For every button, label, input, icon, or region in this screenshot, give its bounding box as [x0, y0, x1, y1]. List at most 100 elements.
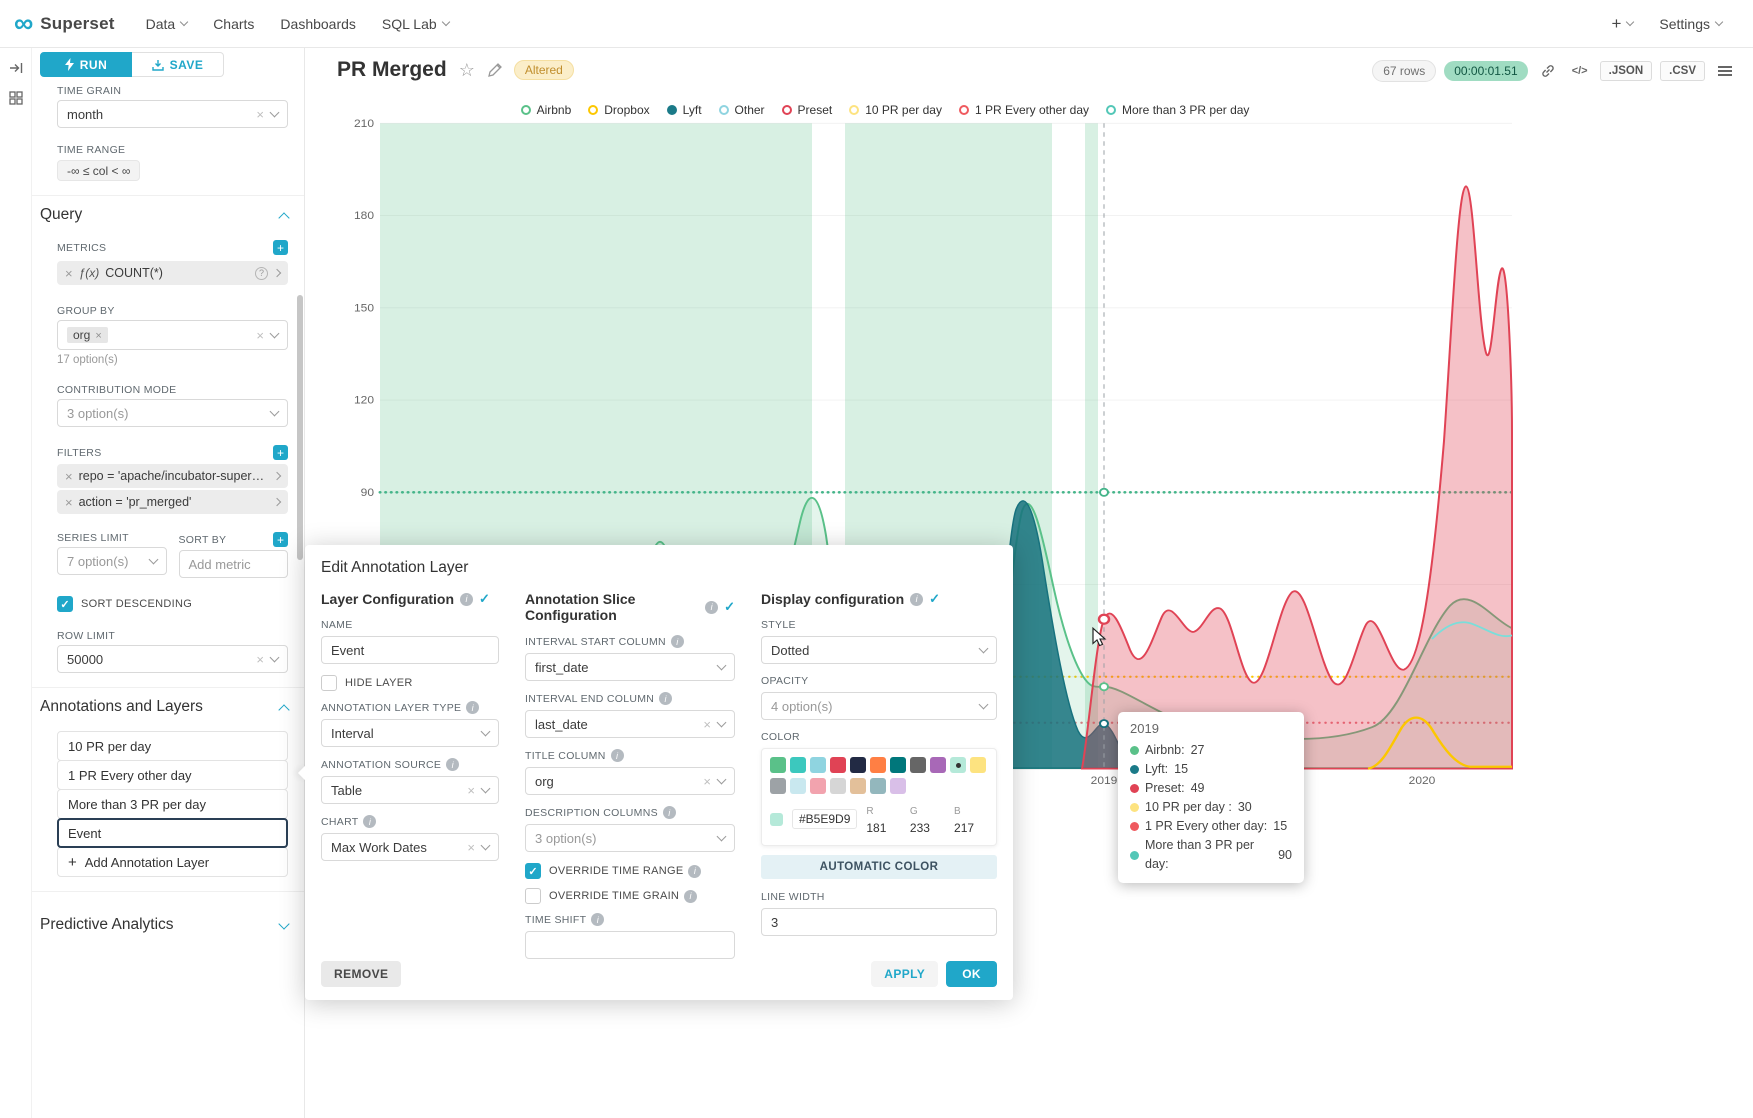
clear-icon[interactable] [703, 718, 711, 731]
color-swatch[interactable] [790, 778, 806, 794]
sort-by-select[interactable]: Add metric [179, 550, 289, 578]
ok-button[interactable]: OK [946, 961, 997, 987]
metric-pill[interactable]: ƒ(x) COUNT(*) ? [57, 261, 288, 285]
query-section-header[interactable]: Query [40, 206, 288, 224]
new-item-button[interactable]: + [1611, 14, 1633, 34]
legend-item[interactable]: 10 PR per day [849, 103, 942, 117]
color-swatch[interactable] [850, 757, 866, 773]
info-icon[interactable] [671, 635, 684, 648]
color-swatch-selected[interactable] [950, 757, 966, 773]
info-icon[interactable] [611, 749, 624, 762]
info-icon[interactable] [446, 758, 459, 771]
remove-button[interactable]: REMOVE [321, 961, 401, 987]
color-swatch[interactable] [830, 778, 846, 794]
favorite-star-icon[interactable] [459, 60, 475, 81]
legend-item[interactable]: Airbnb [521, 103, 572, 117]
nav-charts[interactable]: Charts [213, 16, 254, 32]
info-icon[interactable] [910, 593, 923, 606]
color-swatch[interactable] [810, 778, 826, 794]
legend-item[interactable]: Lyft [667, 103, 702, 117]
clear-icon[interactable] [467, 784, 475, 797]
save-button[interactable]: SAVE [132, 52, 224, 77]
sort-descending-checkbox[interactable] [57, 596, 73, 612]
clear-icon[interactable] [256, 329, 264, 342]
color-swatch[interactable] [810, 757, 826, 773]
nav-dashboards[interactable]: Dashboards [280, 16, 356, 32]
time-shift-input[interactable] [525, 931, 735, 959]
edit-pencil-icon[interactable] [487, 63, 502, 78]
color-swatch[interactable] [870, 778, 886, 794]
color-swatch[interactable] [890, 778, 906, 794]
opacity-select[interactable]: 4 option(s) [761, 692, 997, 720]
remove-icon[interactable] [95, 328, 101, 342]
add-sort-metric-button[interactable] [273, 532, 288, 547]
filter-pill-action[interactable]: action = 'pr_merged' [57, 490, 288, 514]
legend-item[interactable]: More than 3 PR per day [1106, 103, 1249, 117]
clear-icon[interactable] [467, 841, 475, 854]
legend-item[interactable]: Preset [782, 103, 833, 117]
view-query-button[interactable]: </> [1568, 60, 1592, 82]
group-by-select[interactable]: org [57, 320, 288, 350]
nav-sql-lab[interactable]: SQL Lab [382, 16, 449, 32]
color-swatch[interactable] [770, 757, 786, 773]
group-by-tag[interactable]: org [67, 327, 108, 343]
chevron-down-icon[interactable] [278, 918, 289, 929]
sidebar-scrollbar[interactable] [297, 295, 303, 560]
time-range-value[interactable]: -∞ ≤ col < ∞ [57, 160, 140, 181]
color-swatch[interactable] [770, 778, 786, 794]
expand-panel-icon[interactable] [8, 60, 24, 76]
color-swatch[interactable] [870, 757, 886, 773]
color-swatch[interactable] [890, 757, 906, 773]
line-width-input[interactable] [761, 908, 997, 936]
remove-icon[interactable] [65, 469, 73, 484]
r-value[interactable]: 181 [866, 821, 886, 835]
chevron-up-icon[interactable] [278, 212, 289, 223]
annotation-layer-item[interactable]: More than 3 PR per day [57, 789, 288, 819]
run-button[interactable]: RUN [40, 52, 132, 77]
color-swatch[interactable] [910, 757, 926, 773]
info-icon[interactable] [684, 890, 697, 903]
apply-button[interactable]: APPLY [871, 961, 938, 987]
export-csv-button[interactable]: .CSV [1660, 61, 1705, 81]
chevron-up-icon[interactable] [278, 704, 289, 715]
interval-end-select[interactable]: last_date [525, 710, 735, 738]
clear-icon[interactable] [256, 108, 264, 121]
share-link-button[interactable] [1536, 60, 1560, 82]
legend-item[interactable]: Dropbox [588, 103, 649, 117]
add-filter-button[interactable] [273, 445, 288, 460]
automatic-color-button[interactable]: AUTOMATIC COLOR [761, 855, 997, 879]
annotations-section-header[interactable]: Annotations and Layers [40, 698, 288, 716]
annotation-source-select[interactable]: Table [321, 776, 499, 804]
chart-select[interactable]: Max Work Dates [321, 833, 499, 861]
annotation-layer-item-selected[interactable]: Event [57, 818, 288, 848]
annotation-layer-item[interactable]: 1 PR Every other day [57, 760, 288, 790]
superset-logo[interactable]: Superset [0, 10, 133, 37]
remove-icon[interactable] [65, 266, 73, 281]
remove-icon[interactable] [65, 495, 73, 510]
export-json-button[interactable]: .JSON [1600, 61, 1653, 81]
info-icon[interactable] [466, 701, 479, 714]
info-icon[interactable] [591, 913, 604, 926]
override-time-grain-checkbox[interactable] [525, 888, 541, 904]
row-limit-select[interactable]: 50000 [57, 645, 288, 673]
color-swatch[interactable] [830, 757, 846, 773]
time-grain-select[interactable]: month [57, 100, 288, 128]
override-time-range-checkbox[interactable] [525, 863, 541, 879]
style-select[interactable]: Dotted [761, 636, 997, 664]
description-columns-select[interactable]: 3 option(s) [525, 824, 735, 852]
series-limit-select[interactable]: 7 option(s) [57, 547, 167, 575]
nav-data[interactable]: Data [146, 16, 188, 32]
dataset-grid-icon[interactable] [8, 90, 24, 106]
add-annotation-layer-button[interactable]: Add Annotation Layer [57, 847, 288, 877]
color-swatch[interactable] [970, 757, 986, 773]
clear-icon[interactable] [256, 653, 264, 666]
info-icon[interactable] [363, 815, 376, 828]
color-swatch[interactable] [790, 757, 806, 773]
info-icon[interactable] [705, 601, 718, 614]
name-input[interactable] [321, 636, 499, 664]
hide-layer-checkbox[interactable] [321, 675, 337, 691]
title-column-select[interactable]: org [525, 767, 735, 795]
g-value[interactable]: 233 [910, 821, 930, 835]
add-metric-button[interactable] [273, 240, 288, 255]
info-icon[interactable] [688, 865, 701, 878]
